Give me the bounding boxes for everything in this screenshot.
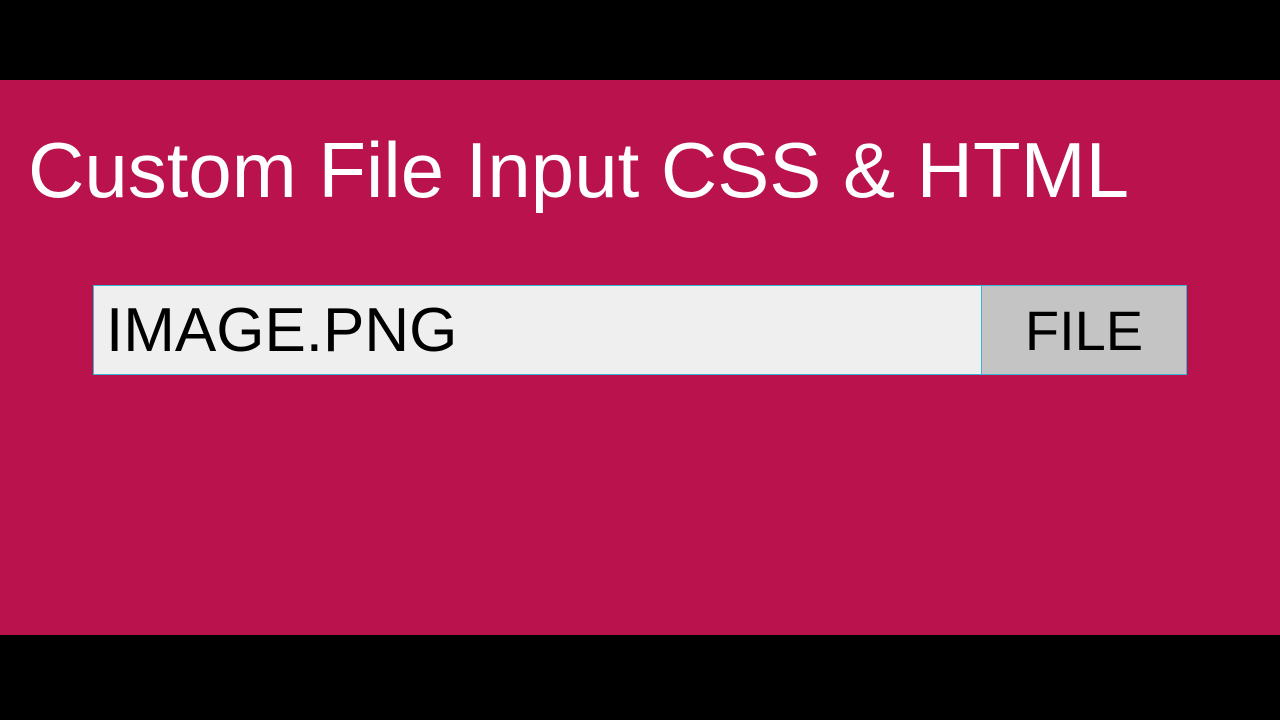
page-title: Custom File Input CSS & HTML (0, 80, 1280, 216)
file-input-container: IMAGE.PNG FILE (93, 285, 1187, 375)
file-browse-button[interactable]: FILE (981, 286, 1186, 374)
content-area: Custom File Input CSS & HTML IMAGE.PNG F… (0, 80, 1280, 635)
file-name-input[interactable]: IMAGE.PNG (94, 286, 981, 374)
